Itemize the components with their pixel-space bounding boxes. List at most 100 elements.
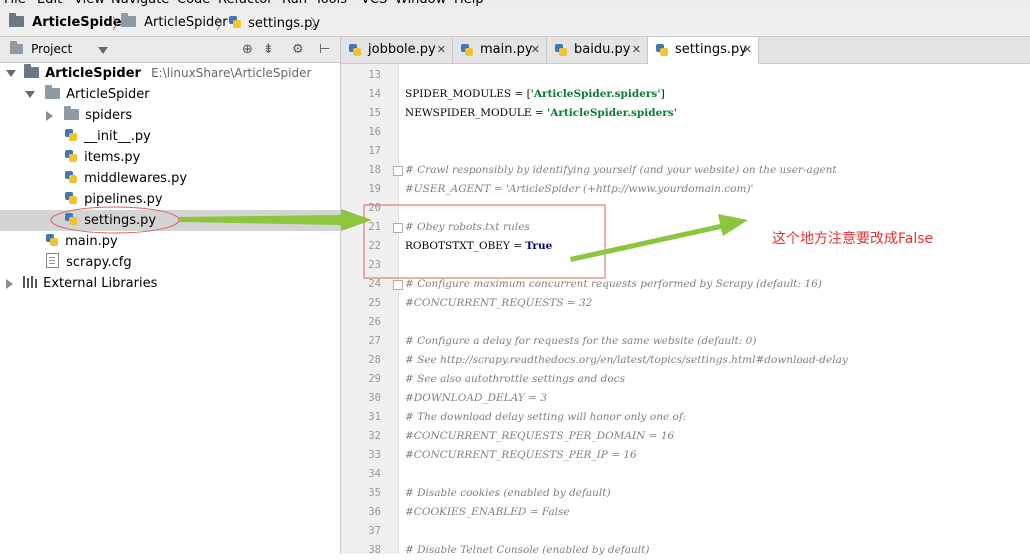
code-line[interactable]: #DOWNLOAD_DELAY = 3 [405,389,547,408]
close-icon[interactable]: ✕ [743,37,752,63]
hide-panel-icon[interactable]: ⊢ [319,42,330,57]
tree-item-label: ArticleSpider [45,66,141,81]
tree-item-label: items.py [84,150,141,165]
folder-icon [64,106,79,120]
arrow-to-note [570,214,748,262]
folder-icon [45,85,60,99]
code-line[interactable]: #COOKIES_ENABLED = False [405,503,570,522]
code-line[interactable]: # The download delay setting will honor … [405,408,686,427]
code-line[interactable]: #USER_AGENT = 'ArticleSpider (+http://ww… [405,180,753,199]
menu-item-window[interactable]: Window [395,0,446,7]
fold-marker-icon[interactable] [393,166,403,176]
code-token: ] [660,88,665,100]
python-file-icon [655,43,669,57]
tree-item-label: __init__.py [84,129,151,144]
tab-label: settings.py [675,42,747,57]
code-token: #COOKIES_ENABLED = False [405,506,570,518]
menu-item-code[interactable]: Code [177,0,210,7]
line-number: 18 [368,164,381,176]
fold-marker-icon[interactable] [393,223,403,233]
close-icon[interactable]: ✕ [437,37,446,63]
tree-item-main-py[interactable]: main.py [0,231,340,252]
chevron-down-icon[interactable] [98,47,108,54]
folder-icon [24,64,39,78]
menu-bar: File Edit View Navigate Code Refactor Run Tools… [0,0,1030,8]
tab-label: baidu.py [574,42,631,57]
code-line[interactable]: ROBOTSTXT_OBEY = True [405,237,552,256]
line-number: 33 [368,449,381,461]
code-token: # Configure maximum concurrent requests … [405,278,822,290]
tree-item-middlewares-py[interactable]: middlewares.py [0,168,340,189]
menu-item-run[interactable]: Run [282,0,307,7]
line-number: 35 [368,487,381,499]
tab-main-py[interactable]: main.py ✕ [453,37,547,63]
tree-item-package[interactable]: ArticleSpider [0,84,340,105]
file-icon [46,253,59,268]
tree-item-settings-py[interactable]: settings.py [0,210,340,231]
folder-icon [121,13,136,27]
menu-item-tools[interactable]: Tools [315,0,347,7]
code-line[interactable]: # Crawl responsibly by identifying yours… [405,161,837,180]
code-line[interactable]: #CONCURRENT_REQUESTS = 32 [405,294,592,313]
code-line[interactable]: # Configure maximum concurrent requests … [405,275,822,294]
gear-icon[interactable]: ⚙ [292,42,304,57]
menu-item-help[interactable]: Help [454,0,484,7]
code-line[interactable]: # Obey robots.txt rules [405,218,530,237]
fold-marker-icon[interactable] [393,280,403,290]
code-token: #USER_AGENT = 'ArticleSpider (+http://ww… [405,183,754,195]
python-file-icon [228,15,242,29]
tree-item-external-libraries[interactable]: External Libraries [0,273,340,294]
tab-settings-py[interactable]: settings.py ✕ [648,37,759,64]
tree-item-label: ArticleSpider [66,87,150,102]
tab-jobbole-py[interactable]: jobbole.py ✕ [341,37,453,63]
code-line[interactable]: SPIDER_MODULES = ['ArticleSpider.spiders… [405,85,665,104]
breadcrumb-item-package[interactable]: ArticleSpider [121,13,228,31]
python-file-icon [64,212,78,226]
collapse-all-icon[interactable]: ⇟ [263,42,274,57]
close-icon[interactable]: ✕ [632,37,641,63]
code-line[interactable]: # See also autothrottle settings and doc… [405,370,625,389]
line-number: 37 [368,525,381,537]
python-file-icon [64,128,78,142]
breadcrumb-item-file[interactable]: settings.py [228,15,320,31]
code-line[interactable]: # See http://scrapy.readthedocs.org/en/l… [405,351,848,370]
code-token: #DOWNLOAD_DELAY = 3 [405,392,547,404]
line-number: 15 [368,107,381,119]
tab-label: main.py [480,42,533,57]
code-line[interactable]: #CONCURRENT_REQUESTS_PER_DOMAIN = 16 [405,427,674,446]
tab-baidu-py[interactable]: baidu.py ✕ [547,37,648,63]
code-token: # Crawl responsibly by identifying yours… [405,164,837,176]
menu-item-vcs[interactable]: VCS [361,0,387,7]
tree-item-spiders[interactable]: spiders [0,105,340,126]
code-line[interactable]: #CONCURRENT_REQUESTS_PER_IP = 16 [405,446,637,465]
menu-item-edit[interactable]: Edit [37,0,62,7]
project-view-selector[interactable]: Project [10,41,73,57]
menu-item-view[interactable]: View [74,0,105,7]
breadcrumb-item-project[interactable]: ArticleSpider [9,13,128,31]
tree-item-items-py[interactable]: items.py [0,147,340,168]
code-line[interactable]: # Disable Telnet Console (enabled by def… [405,541,649,560]
tree-item-label: settings.py [84,213,157,228]
line-number: 23 [368,259,381,271]
tree-item-label: main.py [65,234,118,249]
expanded-arrow-icon [25,91,35,98]
code-line[interactable]: # Disable cookies (enabled by default) [405,484,611,503]
code-line[interactable]: # Configure a delay for requests for the… [405,332,756,351]
project-view-label: Project [31,42,73,56]
tree-item-label: spiders [85,108,133,123]
code-line[interactable]: NEWSPIDER_MODULE = 'ArticleSpider.spider… [405,104,677,123]
menu-item-file[interactable]: File [4,0,26,7]
menu-item-navigate[interactable]: Navigate [111,0,169,7]
code-token: 'ArticleSpider.spiders' [547,107,677,119]
tree-item-path: E:\linuxShare\ArticleSpider [151,66,312,80]
tree-item-project-root[interactable]: ArticleSpider E:\linuxShare\ArticleSpide… [0,63,340,84]
close-icon[interactable]: ✕ [531,37,540,63]
code-token: SPIDER_MODULES = [ [405,88,531,100]
tree-item-scrapy-cfg[interactable]: scrapy.cfg [0,252,340,273]
library-icon [23,276,37,288]
line-number: 21 [368,221,381,233]
tree-item-init-py[interactable]: __init__.py [0,126,340,147]
tree-item-pipelines-py[interactable]: pipelines.py [0,189,340,210]
locate-icon[interactable]: ⊕ [242,42,253,57]
menu-item-refactor[interactable]: Refactor [218,0,273,7]
